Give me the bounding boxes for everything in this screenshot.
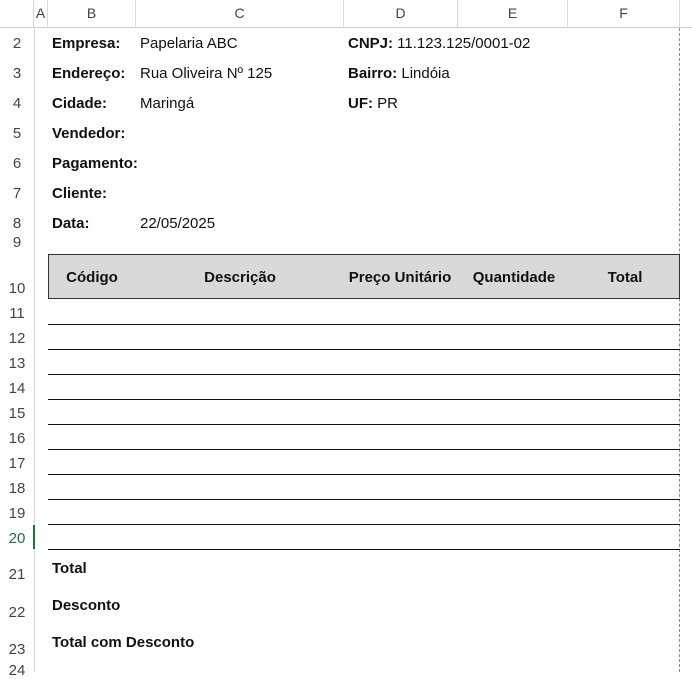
bairro-value: Lindóia	[397, 65, 450, 82]
row-header-5[interactable]: 5	[0, 125, 34, 142]
row-header-6[interactable]: 6	[0, 155, 34, 172]
cnpj-value: 11.123.125/0001-02	[393, 35, 531, 52]
column-header-c[interactable]: C	[136, 0, 344, 27]
row-header-22[interactable]: 22	[0, 604, 34, 621]
items-table-header: Código Descrição Preço Unitário Quantida…	[48, 254, 680, 299]
uf-cell[interactable]: UF: PR	[348, 95, 398, 112]
table-row-line	[48, 499, 680, 500]
table-row-line	[48, 324, 680, 325]
row-header-16[interactable]: 16	[0, 430, 34, 447]
column-header-a[interactable]: A	[34, 0, 48, 27]
table-row-line	[48, 524, 680, 525]
column-header-e[interactable]: E	[458, 0, 568, 27]
row-header-24[interactable]: 24	[0, 662, 34, 679]
row-header-12[interactable]: 12	[0, 330, 34, 347]
bairro-label: Bairro:	[348, 65, 398, 82]
total-label[interactable]: Total	[52, 560, 87, 577]
table-row-line	[48, 549, 680, 550]
column-header-f[interactable]: F	[568, 0, 680, 27]
column-header-b[interactable]: B	[48, 0, 136, 27]
uf-value: PR	[373, 95, 399, 112]
row-header-23[interactable]: 23	[0, 641, 34, 658]
pagamento-label[interactable]: Pagamento:	[52, 155, 138, 172]
header-quantidade[interactable]: Quantidade	[459, 255, 569, 298]
cliente-label[interactable]: Cliente:	[52, 185, 107, 202]
data-value[interactable]: 22/05/2025	[140, 215, 215, 232]
data-label[interactable]: Data:	[52, 215, 90, 232]
uf-label: UF:	[348, 95, 373, 112]
row-header-13[interactable]: 13	[0, 355, 34, 372]
table-row-line	[48, 374, 680, 375]
row-header-9[interactable]: 9	[0, 234, 34, 251]
cnpj-cell[interactable]: CNPJ: 11.123.125/0001-02	[348, 35, 530, 52]
row-header-4[interactable]: 4	[0, 95, 34, 112]
row-header-11[interactable]: 11	[0, 305, 34, 322]
row-header-divider	[34, 27, 35, 672]
empresa-value[interactable]: Papelaria ABC	[140, 35, 238, 52]
header-divider	[0, 27, 692, 28]
table-row-line	[48, 399, 680, 400]
row-header-14[interactable]: 14	[0, 380, 34, 397]
row-header-18[interactable]: 18	[0, 480, 34, 497]
empresa-label[interactable]: Empresa:	[52, 35, 120, 52]
cidade-value[interactable]: Maringá	[140, 95, 194, 112]
row-header-2[interactable]: 2	[0, 35, 34, 52]
row-header-8[interactable]: 8	[0, 215, 34, 232]
header-descricao[interactable]: Descrição	[135, 255, 345, 298]
vendedor-label[interactable]: Vendedor:	[52, 125, 125, 142]
row-header-15[interactable]: 15	[0, 405, 34, 422]
row-header-20[interactable]: 20	[0, 530, 34, 547]
table-row-line	[48, 474, 680, 475]
row-header-21[interactable]: 21	[0, 566, 34, 583]
select-all-corner[interactable]	[0, 0, 34, 27]
header-preco-unitario[interactable]: Preço Unitário	[341, 255, 459, 298]
row-header-19[interactable]: 19	[0, 505, 34, 522]
row-header-7[interactable]: 7	[0, 185, 34, 202]
table-row-line	[48, 449, 680, 450]
endereco-label[interactable]: Endereço:	[52, 65, 125, 82]
page-break-line	[679, 28, 680, 672]
column-header-d[interactable]: D	[344, 0, 458, 27]
header-total[interactable]: Total	[569, 255, 681, 298]
row-header-10[interactable]: 10	[0, 280, 34, 297]
row-header-17[interactable]: 17	[0, 455, 34, 472]
table-row-line	[48, 424, 680, 425]
endereco-value[interactable]: Rua Oliveira Nº 125	[140, 65, 272, 82]
desconto-label[interactable]: Desconto	[52, 597, 120, 614]
table-row-line	[48, 349, 680, 350]
cidade-label[interactable]: Cidade:	[52, 95, 107, 112]
bairro-cell[interactable]: Bairro: Lindóia	[348, 65, 450, 82]
row-header-3[interactable]: 3	[0, 65, 34, 82]
cnpj-label: CNPJ:	[348, 35, 394, 52]
header-codigo[interactable]: Código	[49, 255, 135, 298]
total-com-desconto-label[interactable]: Total com Desconto	[52, 634, 194, 651]
